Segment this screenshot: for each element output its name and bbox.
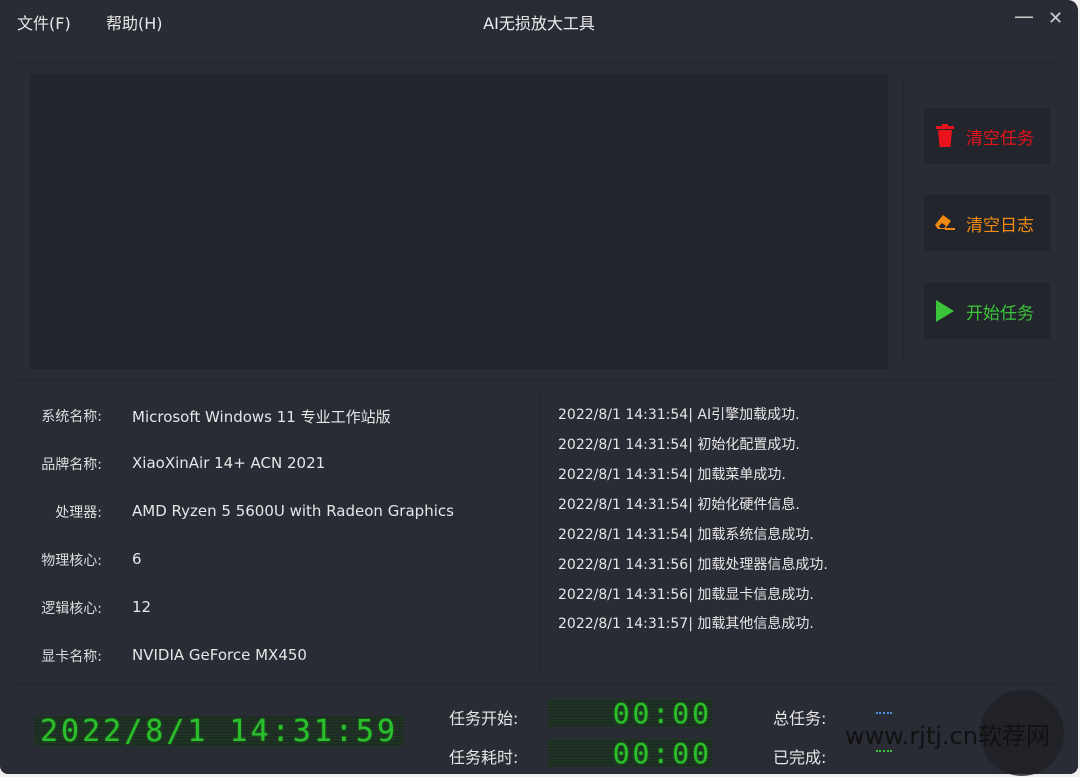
task-start-label: 任务开始:: [449, 709, 519, 728]
total-tasks-value: [876, 712, 892, 715]
info-value: AMD Ryzen 5 5600U with Radeon Graphics: [132, 502, 454, 520]
info-key: 物理核心:: [41, 553, 102, 569]
info-value: Microsoft Windows 11 专业工作站版: [132, 408, 391, 426]
divider: [540, 390, 541, 676]
info-key: 品牌名称:: [41, 457, 102, 473]
log-entry: 2022/8/1 14:31:54| 加载系统信息成功.: [558, 527, 814, 543]
info-row-gpu: 显卡名称: NVIDIA GeForce MX450: [30, 646, 307, 666]
log-entry: 2022/8/1 14:31:57| 加载其他信息成功.: [558, 616, 814, 632]
info-key: 处理器:: [55, 505, 102, 521]
info-value: 12: [132, 598, 152, 616]
info-row-brand: 品牌名称: XiaoXinAir 14+ ACN 2021: [30, 454, 325, 474]
trash-icon: [934, 124, 956, 148]
divider: [16, 684, 1060, 685]
eraser-icon: [934, 211, 956, 235]
watermark: www.rjtj.cn软荐网: [845, 722, 1050, 750]
info-row-cores: 物理核心: 6: [30, 550, 141, 570]
image-preview-area[interactable]: [30, 74, 888, 369]
info-row-cpu: 处理器: AMD Ryzen 5 5600U with Radeon Graphi…: [30, 502, 454, 522]
log-entry: 2022/8/1 14:31:54| AI引擎加载成功.: [558, 407, 800, 423]
log-entry: 2022/8/1 14:31:56| 加载显卡信息成功.: [558, 587, 814, 603]
info-value: 6: [132, 550, 142, 568]
completed-label: 已完成:: [773, 748, 827, 767]
info-key: 显卡名称:: [41, 649, 102, 665]
clear-tasks-label: 清空任务: [966, 128, 1034, 149]
log-entry: 2022/8/1 14:31:56| 加载处理器信息成功.: [558, 557, 828, 573]
info-row-threads: 逻辑核心: 12: [30, 598, 151, 618]
divider: [903, 80, 904, 364]
info-key: 系统名称:: [41, 409, 102, 425]
start-task-button[interactable]: 开始任务: [924, 283, 1050, 339]
log-entry: 2022/8/1 14:31:54| 初始化硬件信息.: [558, 497, 800, 513]
log-entry: 2022/8/1 14:31:54| 加载菜单成功.: [558, 467, 786, 483]
close-button[interactable]: ✕: [1048, 8, 1063, 29]
log-entry: 2022/8/1 14:31:54| 初始化配置成功.: [558, 437, 800, 453]
app-window: 文件(F) 帮助(H) AI无损放大工具 — ✕ 清空任务 清空日志 开始任务 …: [0, 0, 1078, 774]
clear-log-label: 清空日志: [966, 215, 1034, 236]
play-icon: [934, 299, 956, 323]
task-elapsed-label: 任务耗时:: [449, 748, 519, 767]
window-title: AI无损放大工具: [483, 14, 595, 33]
info-value: NVIDIA GeForce MX450: [132, 646, 307, 664]
divider: [16, 380, 1060, 381]
minimize-button[interactable]: —: [1014, 4, 1034, 28]
start-task-label: 开始任务: [966, 303, 1034, 324]
clear-tasks-button[interactable]: 清空任务: [924, 108, 1050, 164]
task-start-display: 00:00: [542, 696, 718, 730]
clear-log-button[interactable]: 清空日志: [924, 195, 1050, 251]
total-tasks-label: 总任务:: [773, 709, 827, 728]
task-elapsed-display: 00:00: [542, 736, 718, 770]
divider: [16, 62, 1060, 63]
info-row-os: 系统名称: Microsoft Windows 11 专业工作站版: [30, 406, 390, 426]
info-value: XiaoXinAir 14+ ACN 2021: [132, 454, 326, 472]
clock-display: 2022/8/1 14:31:59: [28, 712, 410, 750]
info-key: 逻辑核心:: [41, 601, 102, 617]
